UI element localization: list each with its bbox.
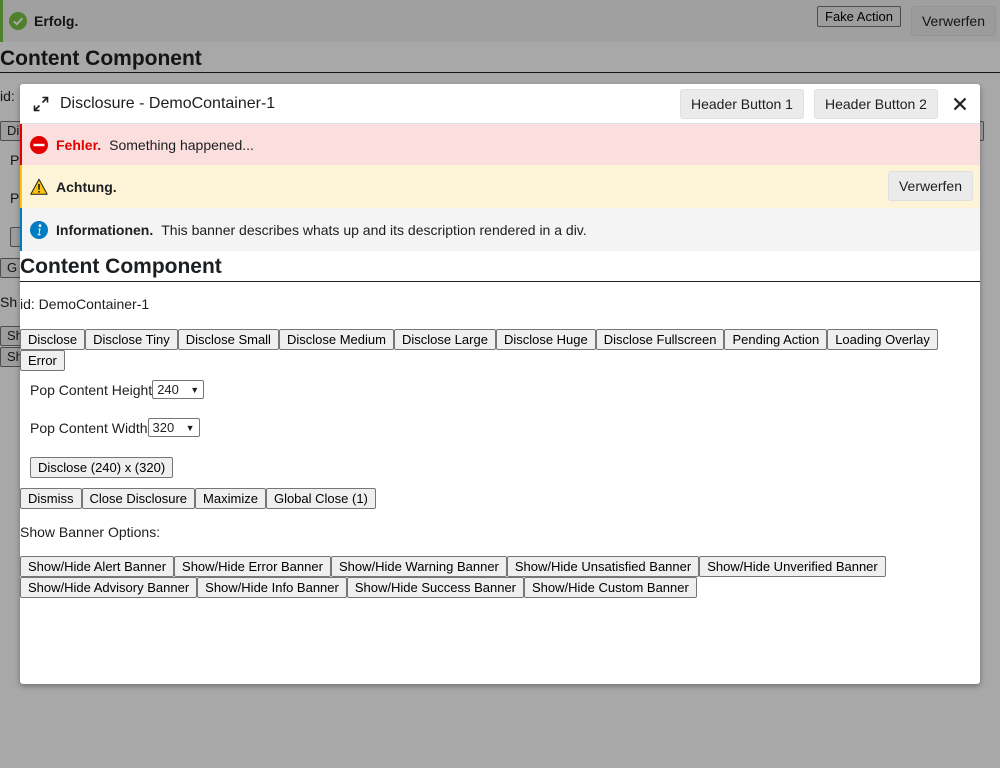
toggle-warning-banner-button[interactable]: Show/Hide Warning Banner xyxy=(330,556,507,577)
pending-action-button[interactable]: Pending Action xyxy=(724,329,828,350)
custom-disclose-row: Disclose (240) x (320) xyxy=(30,457,174,478)
warning-banner: Achtung. Verwerfen xyxy=(20,165,980,208)
modal-header: Disclosure - DemoContainer-1 Header Butt… xyxy=(20,84,980,124)
info-banner-description: This banner describes whats up and its d… xyxy=(161,221,587,238)
dismiss-button[interactable]: Dismiss xyxy=(20,488,82,509)
toggle-alert-banner-button[interactable]: Show/Hide Alert Banner xyxy=(20,556,175,577)
banner-toggle-group: Show/Hide Alert Banner Show/Hide Error B… xyxy=(20,556,920,598)
modal-title: Disclosure - DemoContainer-1 xyxy=(60,94,276,112)
warning-dismiss-button[interactable]: Verwerfen xyxy=(888,171,973,201)
header-button-1[interactable]: Header Button 1 xyxy=(680,89,804,119)
pop-height-value: 240 xyxy=(157,382,179,397)
pop-width-value: 320 xyxy=(152,420,175,435)
toggle-info-banner-button[interactable]: Show/Hide Info Banner xyxy=(197,577,347,598)
toggle-unverified-banner-button[interactable]: Show/Hide Unverified Banner xyxy=(699,556,886,577)
pop-height-label: Pop Content Height xyxy=(30,381,153,398)
toggle-error-banner-button[interactable]: Show/Hide Error Banner xyxy=(174,556,331,577)
header-button-2[interactable]: Header Button 2 xyxy=(814,89,938,119)
global-close-button[interactable]: Global Close (1) xyxy=(265,488,376,509)
close-disclosure-button[interactable]: Close Disclosure xyxy=(81,488,196,509)
container-id-text: id: DemoContainer-1 xyxy=(20,296,150,312)
close-icon[interactable] xyxy=(951,95,969,113)
error-banner-title: Fehler. xyxy=(56,136,102,153)
disclose-fullscreen-button[interactable]: Disclose Fullscreen xyxy=(595,329,725,350)
info-circle-icon xyxy=(30,220,48,239)
pop-height-field: Pop Content Height 240 ▼ xyxy=(30,380,205,399)
toggle-advisory-banner-button[interactable]: Show/Hide Advisory Banner xyxy=(20,577,198,598)
disclose-huge-button[interactable]: Disclose Huge xyxy=(495,329,596,350)
chevron-down-icon: ▼ xyxy=(185,422,195,433)
error-banner: Fehler. Something happened... xyxy=(20,124,980,165)
warning-banner-title: Achtung. xyxy=(56,178,117,195)
disclose-medium-button[interactable]: Disclose Medium xyxy=(278,329,394,350)
pop-height-select[interactable]: 240 ▼ xyxy=(152,380,205,399)
expand-icon[interactable] xyxy=(33,96,49,112)
loading-overlay-button[interactable]: Loading Overlay xyxy=(827,329,938,350)
disclose-large-button[interactable]: Disclose Large xyxy=(393,329,496,350)
toggle-custom-banner-button[interactable]: Show/Hide Custom Banner xyxy=(524,577,697,598)
disclosure-modal: Disclosure - DemoContainer-1 Header Butt… xyxy=(20,84,980,684)
disclose-small-button[interactable]: Disclose Small xyxy=(177,329,279,350)
toggle-unsatisfied-banner-button[interactable]: Show/Hide Unsatisfied Banner xyxy=(506,556,700,577)
minus-circle-icon xyxy=(30,135,48,154)
toggle-success-banner-button[interactable]: Show/Hide Success Banner xyxy=(346,577,525,598)
info-banner: Informationen. This banner describes wha… xyxy=(20,208,980,251)
warning-triangle-icon xyxy=(30,178,48,195)
disclose-button[interactable]: Disclose xyxy=(20,329,86,350)
error-button[interactable]: Error xyxy=(20,350,65,371)
content-component-title: Content Component xyxy=(20,251,980,282)
banner-options-label: Show Banner Options: xyxy=(20,524,161,540)
maximize-button[interactable]: Maximize xyxy=(195,488,266,509)
pop-width-field: Pop Content Width 320 ▼ xyxy=(30,418,200,437)
pop-width-label: Pop Content Width xyxy=(30,419,148,436)
action-button-group: Dismiss Close Disclosure Maximize Global… xyxy=(20,488,376,509)
disclose-tiny-button[interactable]: Disclose Tiny xyxy=(85,329,178,350)
info-banner-title: Informationen. xyxy=(56,221,154,238)
disclose-button-group: Disclose Disclose Tiny Disclose Small Di… xyxy=(20,329,965,371)
chevron-down-icon: ▼ xyxy=(190,384,200,395)
pop-width-select[interactable]: 320 ▼ xyxy=(147,418,200,437)
error-banner-description: Something happened... xyxy=(109,136,254,153)
disclose-custom-size-button[interactable]: Disclose (240) x (320) xyxy=(30,457,174,478)
